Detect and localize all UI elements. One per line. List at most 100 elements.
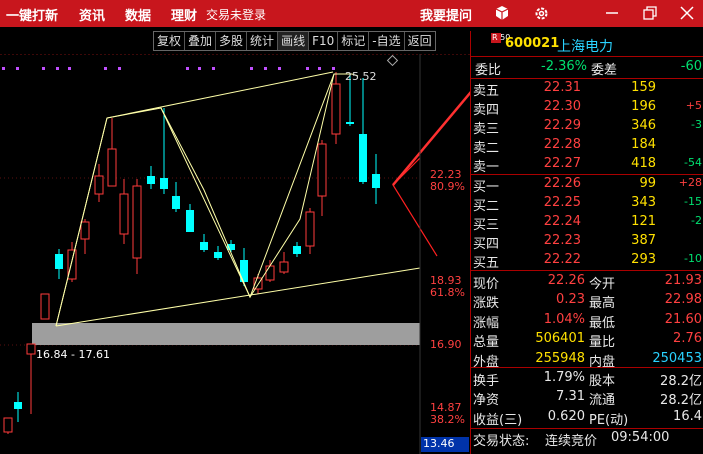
menu-news[interactable]: 资讯 [79, 5, 105, 24]
login-status[interactable]: 交易未登录 [206, 6, 266, 23]
bid-row[interactable]: 买五 22.22 293 -10 [471, 251, 703, 271]
candle-body[interactable] [3, 417, 13, 433]
stat-label: 最高 [589, 296, 616, 312]
btn-draw-line[interactable]: 画线 [278, 32, 310, 50]
candle-body[interactable] [107, 148, 117, 187]
ask-question-link[interactable]: 我要提问 [420, 5, 472, 24]
signal-dot [104, 67, 107, 70]
signal-dot [16, 67, 19, 70]
btn-adjust-rights[interactable]: 复权 [154, 32, 186, 50]
ask-row[interactable]: 卖五 22.31 159 [471, 79, 703, 99]
menu-data[interactable]: 数据 [125, 5, 151, 24]
stat-label: 净资 [473, 393, 500, 409]
ask-label: 卖二 [473, 141, 500, 156]
bid-volume: 293 [631, 252, 656, 267]
candle-body[interactable] [317, 143, 327, 197]
signal-dot [264, 67, 267, 70]
ask-change: +5 [685, 99, 702, 112]
stat-value: 22.26 [547, 273, 585, 288]
stat-label: PE(动) [589, 412, 629, 428]
bid-change: +28 [678, 176, 702, 189]
candle-body[interactable] [186, 210, 194, 232]
minimize-icon[interactable] [602, 3, 622, 23]
candle-body[interactable] [279, 261, 289, 273]
signal-dot [186, 67, 189, 70]
bid-change: -2 [691, 214, 702, 227]
ask-row[interactable]: 卖二 22.28 184 [471, 136, 703, 156]
lower-channel-line[interactable] [55, 267, 421, 327]
candle-body[interactable] [132, 185, 142, 259]
ask-label: 卖一 [473, 160, 500, 175]
cube-icon[interactable] [492, 3, 512, 23]
signal-dot [68, 67, 71, 70]
candle-body[interactable] [40, 293, 50, 320]
axis-fib-label: 38.2% [430, 413, 465, 426]
stat-row: 净资 7.31 流通 28.2亿 [471, 388, 703, 409]
candle-body[interactable] [160, 178, 168, 189]
candle-body[interactable] [80, 221, 90, 240]
candle-body[interactable] [372, 174, 380, 188]
kline-chart-area[interactable]: 25.52 16.84 - 17.61 22.23 80.9% 18.93 61… [0, 54, 470, 454]
zigzag-line[interactable] [55, 73, 359, 327]
btn-f10[interactable]: F10 [309, 32, 339, 50]
stock-terminal-window: 一键打新 资讯 数据 理财 交易未登录 我要提问 复权 叠加 多股 统计 画线 … [0, 0, 703, 454]
btn-back[interactable]: 返回 [405, 32, 435, 50]
restore-icon[interactable] [640, 3, 660, 23]
diamond-marker[interactable] [386, 54, 399, 67]
btn-remove-watchlist[interactable]: -自选 [369, 32, 405, 50]
stat-label: 今开 [589, 277, 616, 292]
btn-multi-stock[interactable]: 多股 [216, 32, 248, 50]
stat-value: 21.93 [664, 273, 702, 288]
gear-icon[interactable] [531, 3, 551, 23]
ask-price: 22.29 [543, 118, 581, 133]
signal-dot [250, 67, 253, 70]
ask-volume: 184 [631, 137, 656, 152]
ask-row[interactable]: 卖四 22.30 196 +5 [471, 98, 703, 118]
candle-body[interactable] [200, 242, 208, 250]
candle-body[interactable] [331, 83, 341, 135]
bid-row[interactable]: 买三 22.24 121 -2 [471, 213, 703, 233]
bid-volume: 99 [639, 176, 656, 191]
candle-body[interactable] [359, 134, 367, 182]
btn-mark[interactable]: 标记 [338, 32, 370, 50]
candle-body[interactable] [14, 402, 22, 409]
stock-code: 600021 [505, 36, 560, 51]
peak-price-label: 25.52 [345, 70, 377, 83]
ask-row[interactable]: 卖三 22.29 346 -3 [471, 117, 703, 137]
bid-row[interactable]: 买一 22.26 99 +28 [471, 175, 703, 195]
candle-body[interactable] [305, 211, 315, 247]
signal-dot [332, 67, 335, 70]
candle-body[interactable] [265, 265, 275, 281]
candle-body[interactable] [55, 254, 63, 269]
candle-body[interactable] [214, 252, 222, 258]
kline-chart-svg[interactable] [0, 54, 470, 454]
stat-row: 外盘 255948 内盘 250453 [471, 350, 703, 370]
stat-value: 250453 [652, 350, 702, 366]
bid-row[interactable]: 买二 22.25 343 -15 [471, 194, 703, 214]
axis-fib-label: 80.9% [430, 180, 465, 193]
candle-body[interactable] [293, 246, 301, 254]
axis-price-label: 16.90 [430, 338, 462, 351]
bid-row[interactable]: 买四 22.23 387 [471, 232, 703, 252]
ask-row[interactable]: 卖一 22.27 418 -54 [471, 155, 703, 175]
ask-volume: 418 [631, 156, 656, 171]
candle-body[interactable] [26, 343, 36, 355]
stat-label: 量比 [589, 335, 616, 351]
stat-label: 涨跌 [473, 296, 500, 312]
candle-body[interactable] [94, 175, 104, 195]
btn-statistics[interactable]: 统计 [247, 32, 279, 50]
menu-finance[interactable]: 理财 [171, 5, 197, 24]
candle-body[interactable] [172, 196, 180, 209]
support-zone-box[interactable] [32, 323, 420, 345]
candle-body[interactable] [147, 176, 155, 184]
menu-ipo-subscribe[interactable]: 一键打新 [6, 5, 58, 24]
stat-value: 21.60 [664, 311, 702, 327]
candle-body[interactable] [67, 249, 77, 280]
btn-overlay[interactable]: 叠加 [185, 32, 217, 50]
bid-volume: 121 [631, 214, 656, 229]
stat-label: 现价 [473, 277, 500, 292]
close-icon[interactable] [677, 3, 697, 23]
upper-channel-line[interactable] [106, 71, 334, 119]
candle-body[interactable] [346, 122, 354, 124]
candle-body[interactable] [119, 193, 129, 235]
